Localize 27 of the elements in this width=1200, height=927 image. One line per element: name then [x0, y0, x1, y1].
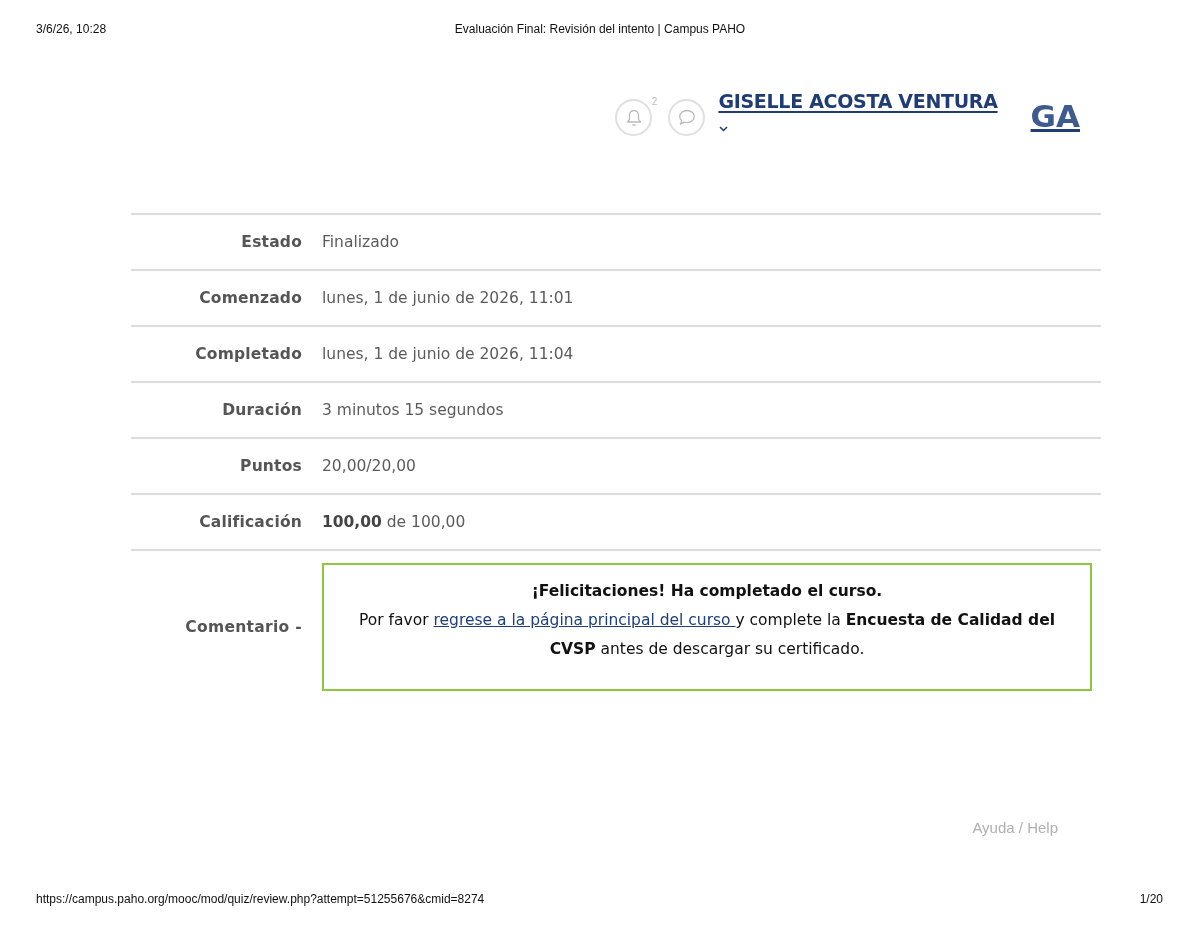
bell-icon	[625, 108, 642, 127]
comment-label: Comentario -	[184, 618, 302, 636]
field-label: Comenzado	[198, 289, 302, 307]
field-value: 20,00/20,00	[322, 457, 416, 475]
course-page-link[interactable]: regrese a la página principal del curso	[433, 611, 736, 629]
field-value: lunes, 1 de junio de 2026, 11:04	[322, 345, 574, 363]
user-name-link[interactable]: GISELLE ACOSTA VENTURA	[718, 88, 998, 114]
field-label: Duración	[221, 401, 302, 419]
feedback-text: Por favor regrese a la página principal del curso y complete la Encuesta de Calidad del CVSP antes de descargar su certificado.	[358, 610, 1056, 660]
messages-button[interactable]	[668, 99, 706, 136]
feedback-heading: ¡Felicitaciones! Ha completado el curso.	[530, 581, 884, 602]
print-page-title: Evaluación Final: Revisión del intento | Campus PAHO	[454, 22, 746, 36]
speech-bubble-icon	[677, 109, 696, 126]
field-value: lunes, 1 de junio de 2026, 11:01	[322, 289, 574, 307]
field-label: Calificación	[198, 513, 302, 531]
caret-icon	[719, 126, 729, 132]
notification-count: 2	[651, 97, 658, 107]
print-url: https://campus.paho.org/mooc/mod/quiz/review.php?attempt=51255676&cmid=8274	[36, 892, 485, 906]
field-value: 100,00 de 100,00	[322, 513, 466, 531]
field-label: Completado	[194, 345, 302, 363]
field-value: 3 minutos 15 segundos	[322, 401, 504, 419]
field-label: Estado	[240, 233, 302, 251]
field-value: Finalizado	[322, 233, 399, 251]
user-initials-link[interactable]: GA	[1030, 98, 1080, 134]
field-label: Puntos	[239, 457, 302, 475]
print-date: 3/6/26, 10:28	[36, 22, 108, 36]
page-number: 1/20	[1139, 892, 1163, 906]
